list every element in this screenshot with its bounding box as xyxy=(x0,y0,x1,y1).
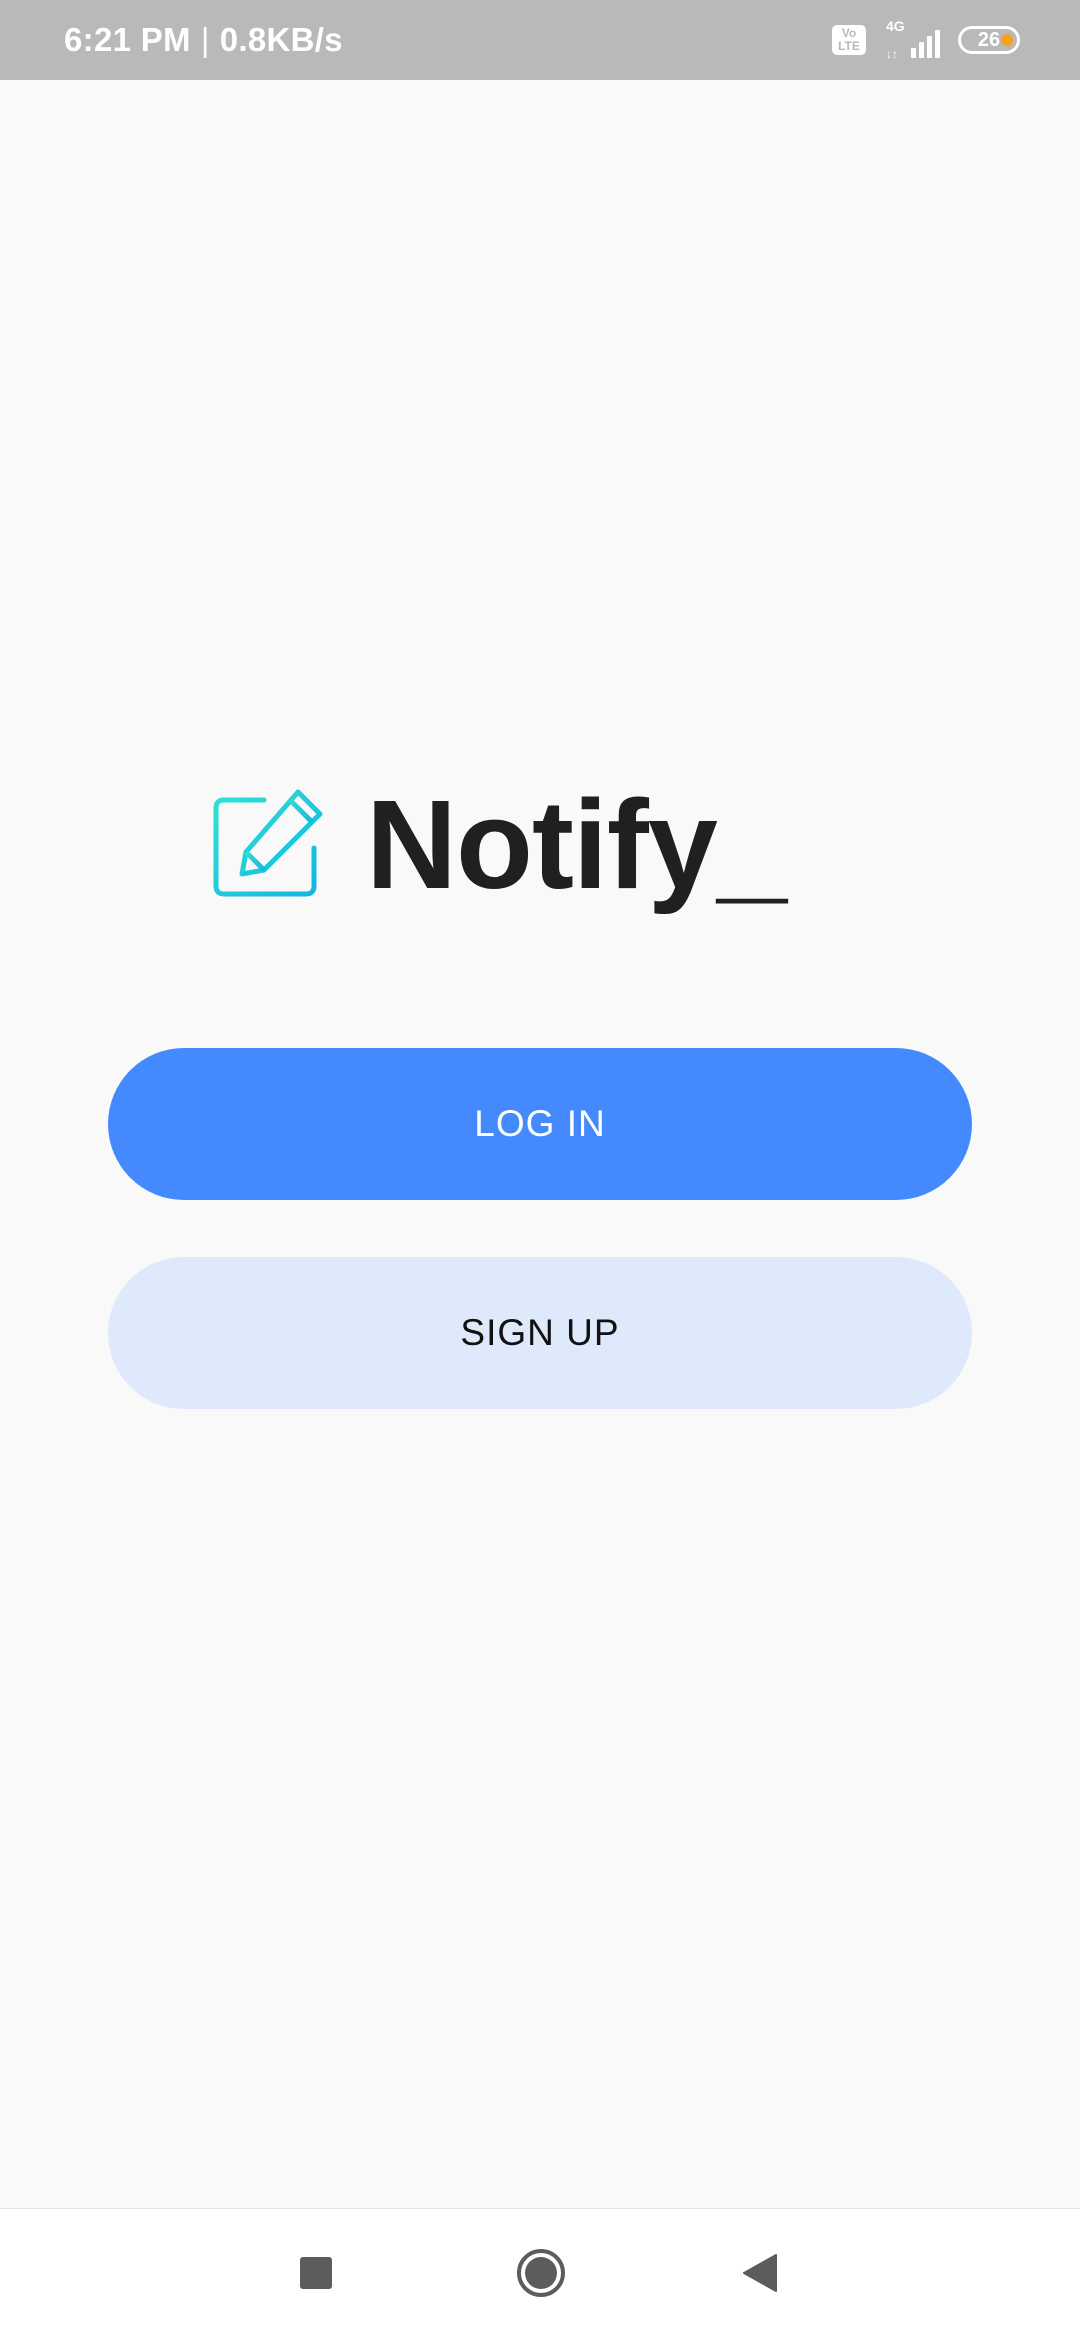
navigation-bar xyxy=(0,2208,1080,2341)
signal-bar xyxy=(911,48,916,58)
status-left: 6:21 PM | 0.8KB/s xyxy=(64,0,343,80)
status-time: 6:21 PM xyxy=(64,21,191,58)
signup-button[interactable]: SIGN UP xyxy=(108,1257,972,1409)
volte-icon: Vo LTE xyxy=(832,25,866,55)
status-separator: | xyxy=(200,21,210,58)
edit-note-icon xyxy=(213,789,323,897)
signal-bar xyxy=(927,36,932,58)
signal-bars xyxy=(911,30,940,58)
network-type: 4G xyxy=(886,18,905,34)
data-activity-icon: ↓↑ xyxy=(886,47,898,61)
signal-bar xyxy=(935,30,940,58)
battery-level: 26 xyxy=(977,28,1001,51)
status-bar: 6:21 PM | 0.8KB/s Vo LTE 4G ↓↑ 26 xyxy=(0,0,1080,80)
battery-icon: 26 xyxy=(958,26,1020,54)
app-logo: Notify_ xyxy=(212,774,787,915)
back-button[interactable] xyxy=(742,2253,778,2293)
volte-line2: LTE xyxy=(838,39,860,53)
recent-apps-button[interactable] xyxy=(300,2257,332,2289)
battery-charging-dot xyxy=(1001,34,1013,46)
status-right: Vo LTE 4G ↓↑ 26 xyxy=(832,0,1020,80)
network-speed: 0.8KB/s xyxy=(219,21,343,58)
home-button[interactable] xyxy=(515,2247,567,2299)
login-button[interactable]: LOG IN xyxy=(108,1048,972,1200)
cellular-signal-icon: 4G ↓↑ xyxy=(884,18,940,61)
signal-bar xyxy=(919,42,924,58)
app-name: Notify_ xyxy=(366,774,787,915)
